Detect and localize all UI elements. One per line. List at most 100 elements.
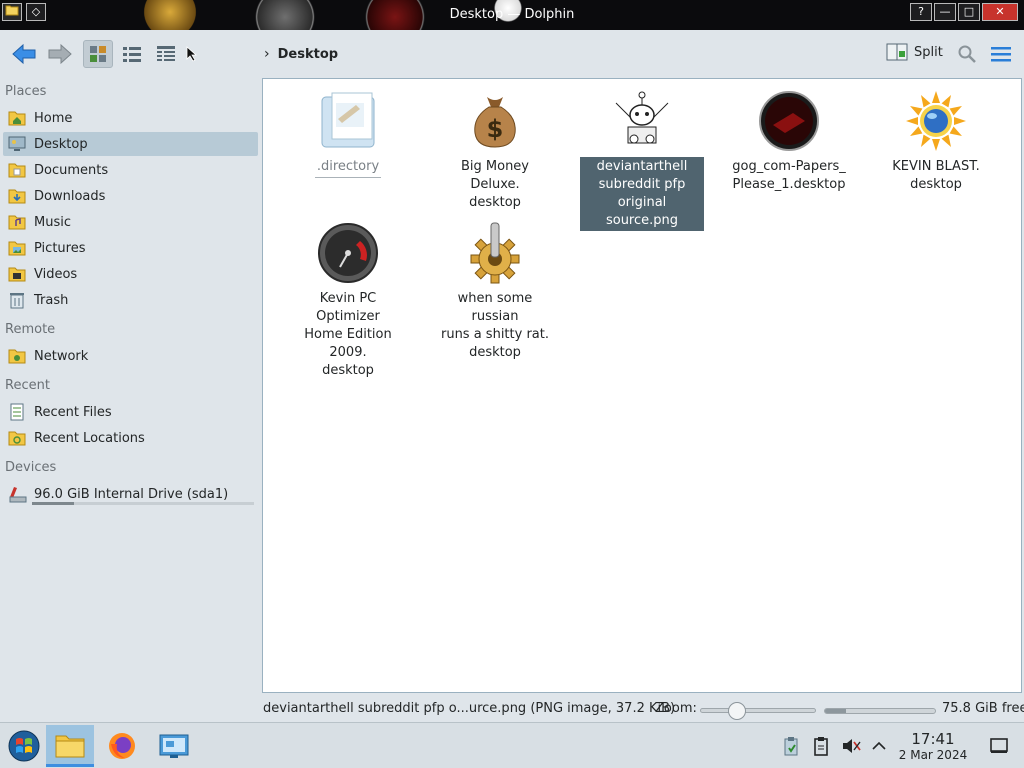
- tray-clipboard-updates[interactable]: [780, 735, 802, 757]
- file-item[interactable]: $ Big Money Deluxe. desktop: [433, 89, 557, 213]
- chevron-right-icon: ›: [264, 46, 270, 62]
- icons-view-button[interactable]: [83, 40, 113, 68]
- home-folder-icon: [8, 109, 26, 127]
- videos-folder-icon: [8, 265, 26, 283]
- system-settings-icon: [159, 734, 189, 758]
- compact-view-button[interactable]: [117, 40, 147, 68]
- sidebar-item-videos[interactable]: Videos: [3, 262, 258, 286]
- zoom-slider[interactable]: [700, 702, 816, 720]
- place-label: Pictures: [34, 240, 86, 256]
- file-item[interactable]: when some russian runs a shitty rat. des…: [433, 221, 557, 363]
- file-name: .directory: [314, 157, 382, 178]
- sidebar-item-downloads[interactable]: Downloads: [3, 184, 258, 208]
- breadcrumb-current[interactable]: Desktop: [278, 47, 338, 62]
- place-label: 96.0 GiB Internal Drive (sda1): [34, 486, 229, 502]
- file-item[interactable]: .directory: [286, 89, 410, 178]
- file-name: Big Money Deluxe. desktop: [460, 159, 529, 210]
- tray-expand[interactable]: [868, 735, 890, 757]
- speedometer-icon: [316, 221, 380, 285]
- file-item[interactable]: KEVIN BLAST. desktop: [874, 89, 998, 195]
- title-bar[interactable]: ◇ Desktop — Dolphin ? — □ ✕: [0, 0, 1024, 30]
- place-label: Downloads: [34, 188, 106, 204]
- taskbar-system-settings[interactable]: [150, 725, 198, 767]
- start-orb-icon: [8, 730, 40, 762]
- taskbar-dolphin[interactable]: [46, 725, 94, 767]
- sidebar-item-desktop[interactable]: Desktop: [3, 132, 258, 156]
- disk-usage-bar: [824, 708, 936, 714]
- place-label: Music: [34, 214, 71, 230]
- gear-icon: [463, 221, 527, 285]
- forward-button[interactable]: [44, 40, 76, 68]
- forward-arrow-icon: [48, 43, 72, 65]
- sidebar-item-music[interactable]: Music: [3, 210, 258, 234]
- sidebar-device-96-0-gib-internal-drive-sda1[interactable]: 96.0 GiB Internal Drive (sda1): [3, 482, 258, 506]
- close-button[interactable]: ✕: [982, 3, 1018, 21]
- search-button[interactable]: [952, 40, 982, 68]
- places-section-label: Places: [5, 84, 47, 99]
- pictures-folder-icon: [8, 239, 26, 257]
- file-name: deviantarthell subreddit pfp original so…: [580, 157, 704, 231]
- hamburger-menu-button[interactable]: [986, 40, 1016, 68]
- money-bag-icon: $: [463, 89, 527, 153]
- place-label: Home: [34, 110, 73, 126]
- file-item[interactable]: deviantarthell subreddit pfp original so…: [580, 89, 704, 231]
- clipboard-icon: [814, 737, 828, 756]
- place-label: Recent Files: [34, 404, 112, 420]
- sidebar-item-documents[interactable]: Documents: [3, 158, 258, 182]
- place-label: Trash: [34, 292, 69, 308]
- clock-date: 2 Mar 2024: [898, 748, 968, 762]
- sidebar-item-trash[interactable]: Trash: [3, 288, 258, 312]
- file-item[interactable]: gog_com-Papers_ Please_1.desktop: [727, 89, 851, 195]
- device-usage-fill: [32, 502, 75, 505]
- tray-volume[interactable]: [840, 735, 862, 757]
- sidebar-item-network[interactable]: Network: [3, 344, 258, 368]
- show-desktop-icon: [990, 738, 1008, 753]
- disk-usage-fill: [825, 709, 846, 713]
- clock-time: 17:41: [911, 730, 955, 748]
- place-label: Desktop: [34, 136, 88, 152]
- sidebar-item-recent-locations[interactable]: Recent Locations: [3, 426, 258, 450]
- recent-section-label: Recent: [5, 378, 50, 393]
- status-bar: deviantarthell subreddit pfp o...urce.pn…: [0, 696, 1024, 722]
- breadcrumb[interactable]: › Desktop: [264, 46, 338, 62]
- help-button[interactable]: ?: [910, 3, 932, 21]
- file-name: Kevin PC Optimizer Home Edition 2009. de…: [304, 291, 392, 378]
- details-view-button[interactable]: [151, 40, 181, 68]
- file-view[interactable]: .directory $ Big Money Deluxe. desktop devi…: [262, 78, 1022, 693]
- split-button[interactable]: Split: [886, 42, 943, 62]
- place-label: Network: [34, 348, 89, 364]
- more-toolbar-button[interactable]: [182, 40, 202, 68]
- sidebar-item-home[interactable]: Home: [3, 106, 258, 130]
- devices-section-label: Devices: [5, 460, 57, 475]
- free-space-label: 75.8 GiB free: [942, 701, 1024, 716]
- place-label: Videos: [34, 266, 78, 282]
- window-title: Desktop — Dolphin: [449, 7, 575, 22]
- tray-clipboard[interactable]: [810, 735, 832, 757]
- place-label: Documents: [34, 162, 109, 178]
- place-label: Recent Locations: [34, 430, 145, 446]
- show-desktop-button[interactable]: [988, 735, 1010, 757]
- volume-muted-icon: [843, 739, 861, 753]
- toolbar: › Desktop Split: [0, 30, 1024, 78]
- back-button[interactable]: [8, 40, 40, 68]
- details-view-icon: [157, 46, 175, 61]
- firefox-icon: [109, 733, 135, 759]
- svg-text:$: $: [487, 115, 504, 143]
- minimize-button[interactable]: —: [934, 3, 956, 21]
- hamburger-menu-icon: [991, 47, 1011, 62]
- taskbar-firefox[interactable]: [98, 725, 146, 767]
- folder-icon: [55, 735, 85, 757]
- file-item[interactable]: Kevin PC Optimizer Home Edition 2009. de…: [286, 221, 410, 381]
- maximize-button[interactable]: □: [958, 3, 980, 21]
- start-menu-button[interactable]: [0, 725, 48, 767]
- papers-please-icon: [757, 89, 821, 153]
- sidebar-item-pictures[interactable]: Pictures: [3, 236, 258, 260]
- clock[interactable]: 17:41 2 Mar 2024: [896, 731, 970, 763]
- trash-icon: [8, 291, 26, 309]
- hard-drive-icon: [8, 485, 27, 503]
- sidebar-item-recent-files[interactable]: Recent Files: [3, 400, 258, 424]
- zoom-slider-handle[interactable]: [728, 702, 747, 720]
- file-name: when some russian runs a shitty rat. des…: [440, 291, 549, 360]
- chevron-up-icon: [872, 741, 886, 750]
- back-arrow-icon: [12, 43, 36, 65]
